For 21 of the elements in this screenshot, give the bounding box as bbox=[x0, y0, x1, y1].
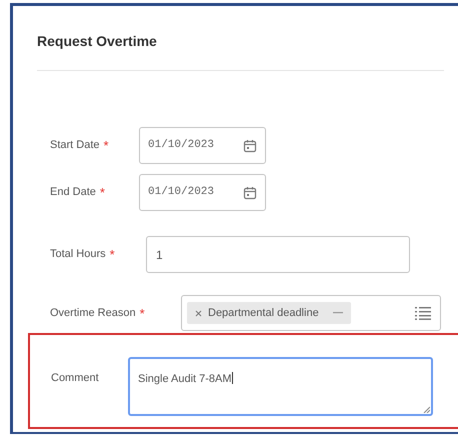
required-asterisk: * bbox=[110, 248, 115, 261]
dialog-title: Request Overtime bbox=[36, 32, 158, 51]
remove-icon[interactable] bbox=[195, 310, 202, 316]
list-icon[interactable] bbox=[415, 306, 431, 320]
field-label: Start Date bbox=[50, 138, 100, 154]
field-label: Total Hours bbox=[50, 247, 106, 262]
required-asterisk: * bbox=[104, 139, 109, 152]
comment-textarea[interactable]: Single Audit 7-8AM bbox=[128, 357, 433, 416]
date-field[interactable]: 01/10/2023 bbox=[139, 174, 266, 211]
field-label: Comment bbox=[51, 371, 99, 386]
date-field[interactable]: 01/10/2023 bbox=[139, 127, 266, 164]
selected-chip[interactable]: Departmental deadline bbox=[187, 302, 351, 324]
field-label: Overtime Reason bbox=[50, 306, 136, 321]
input-field[interactable]: 1 bbox=[146, 236, 410, 273]
calendar-icon[interactable] bbox=[243, 186, 257, 200]
required-asterisk: * bbox=[140, 306, 145, 320]
resize-handle-icon[interactable] bbox=[423, 406, 430, 413]
required-asterisk: * bbox=[100, 186, 105, 199]
calendar-icon[interactable] bbox=[243, 138, 257, 152]
field-label: End Date bbox=[50, 185, 96, 200]
select-field[interactable]: Departmental deadline bbox=[181, 295, 441, 331]
